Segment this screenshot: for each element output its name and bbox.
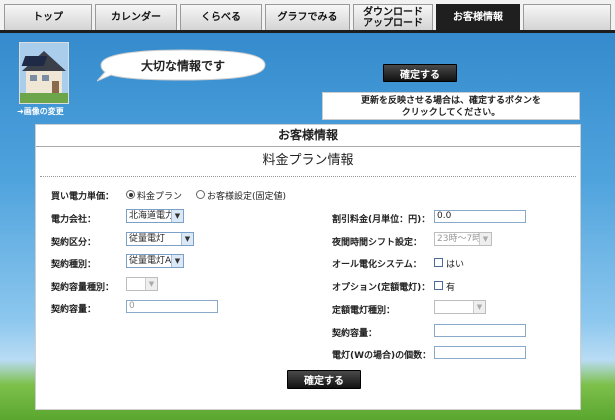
chevron-down-icon: ▼: [473, 301, 485, 313]
radio-custom-fixed-label: お客様設定(固定値): [207, 192, 287, 202]
purchase-unit-label: 買い電力単価：: [51, 192, 115, 202]
all-electric-checkbox[interactable]: [434, 258, 443, 267]
radio-rate-plan[interactable]: [126, 190, 135, 199]
power-company-value: 北海道電力: [129, 211, 175, 221]
tab-graph-label: グラフでみる: [277, 12, 338, 23]
radio-custom-fixed[interactable]: [196, 190, 205, 199]
option-flat-label: オプション(定額電灯)：: [332, 283, 431, 293]
tab-top[interactable]: トップ: [4, 4, 92, 30]
card-divider: [40, 176, 576, 177]
contract-type-value: 従量電灯A: [129, 256, 172, 266]
radio-rate-plan-label: 料金プラン: [137, 192, 183, 202]
flat-capacity-input[interactable]: [434, 324, 526, 337]
lamp-count-label: 電灯(Wの場合)の個数：: [332, 351, 432, 361]
discount-input[interactable]: 0.0: [434, 210, 526, 223]
tab-compare-label: くらべる: [201, 12, 241, 23]
night-shift-value: 23時～7時: [437, 234, 482, 244]
option-flat-value: 有: [446, 283, 456, 293]
photo-change-link[interactable]: ➜画像の変更: [17, 106, 64, 117]
capacity-type-label: 契約容量種別：: [51, 283, 115, 293]
bubble-text: 大切な情報です: [140, 59, 225, 73]
tab-empty[interactable]: [523, 4, 611, 30]
chevron-down-icon: ▼: [171, 255, 183, 267]
tab-customer-info-label: お客様情報: [453, 12, 503, 23]
night-shift-select[interactable]: 23時～7時 ▼: [434, 232, 492, 246]
contract-class-value: 従量電灯: [129, 234, 166, 244]
confirm-button-bottom[interactable]: 確定する: [287, 370, 361, 389]
tab-download-label: ダウンロード: [363, 6, 423, 18]
discount-value: 0.0: [437, 211, 452, 221]
chevron-down-icon: ▼: [171, 210, 183, 222]
confirm-button-top-label: 確定する: [400, 69, 440, 81]
flat-type-select[interactable]: ▼: [434, 300, 486, 314]
top-nav-tabbar: トップ カレンダー くらべる グラフでみる ダウンロード アップロード お客様情…: [0, 0, 615, 33]
power-company-label: 電力会社：: [51, 215, 97, 225]
capacity-label: 契約容量：: [51, 305, 97, 315]
tab-calendar[interactable]: カレンダー: [95, 4, 177, 30]
chevron-down-icon: ▼: [479, 233, 491, 245]
capacity-type-select[interactable]: ▼: [126, 277, 158, 291]
tab-top-label: トップ: [33, 12, 63, 23]
flat-type-label: 定額電灯種別：: [332, 306, 396, 316]
all-electric-option-label: はい: [446, 260, 465, 270]
contract-type-label: 契約種別：: [51, 260, 97, 270]
confirm-button-bottom-label: 確定する: [304, 376, 344, 387]
contract-class-select[interactable]: 従量電灯 ▼: [126, 232, 194, 246]
confirm-note: 更新を反映させる場合は、確定するボタンを クリックしてください。: [322, 92, 580, 120]
flat-capacity-label: 契約容量：: [332, 329, 378, 339]
confirm-note-line1: 更新を反映させる場合は、確定するボタンを: [360, 96, 541, 106]
tab-customer-info[interactable]: お客様情報: [436, 4, 520, 30]
confirm-button-top[interactable]: 確定する: [383, 64, 457, 82]
capacity-input-placeholder: 0: [129, 301, 135, 311]
speech-bubble: 大切な情報です: [97, 48, 269, 83]
lamp-count-input[interactable]: [434, 346, 526, 359]
card-subtitle: 料金プラン情報: [262, 153, 354, 168]
option-flat-checkbox[interactable]: [434, 281, 443, 290]
tab-upload-label: アップロード: [363, 17, 423, 29]
capacity-input[interactable]: 0: [126, 300, 218, 313]
contract-class-label: 契約区分：: [51, 238, 97, 248]
tab-download-upload[interactable]: ダウンロード アップロード: [353, 4, 433, 30]
house-image-icon: [20, 43, 68, 103]
tab-calendar-label: カレンダー: [111, 12, 161, 23]
card-title: お客様情報: [36, 125, 580, 147]
tab-compare[interactable]: くらべる: [180, 4, 262, 30]
power-company-select[interactable]: 北海道電力 ▼: [126, 209, 184, 223]
house-photo[interactable]: [19, 42, 69, 104]
all-electric-label: オール電化システム：: [332, 260, 422, 270]
confirm-note-line2: クリックしてください。: [401, 108, 501, 118]
contract-type-select[interactable]: 従量電灯A ▼: [126, 254, 184, 268]
tab-graph[interactable]: グラフでみる: [265, 4, 350, 30]
customer-info-card: お客様情報 料金プラン情報 買い電力単価： 料金プラン お客様設定(固定値) 電…: [35, 124, 581, 410]
chevron-down-icon: ▼: [181, 233, 193, 245]
discount-label: 割引料金(月単位：円)：: [332, 215, 431, 225]
chevron-down-icon: ▼: [145, 278, 157, 290]
night-shift-label: 夜間時間シフト設定：: [332, 238, 423, 248]
